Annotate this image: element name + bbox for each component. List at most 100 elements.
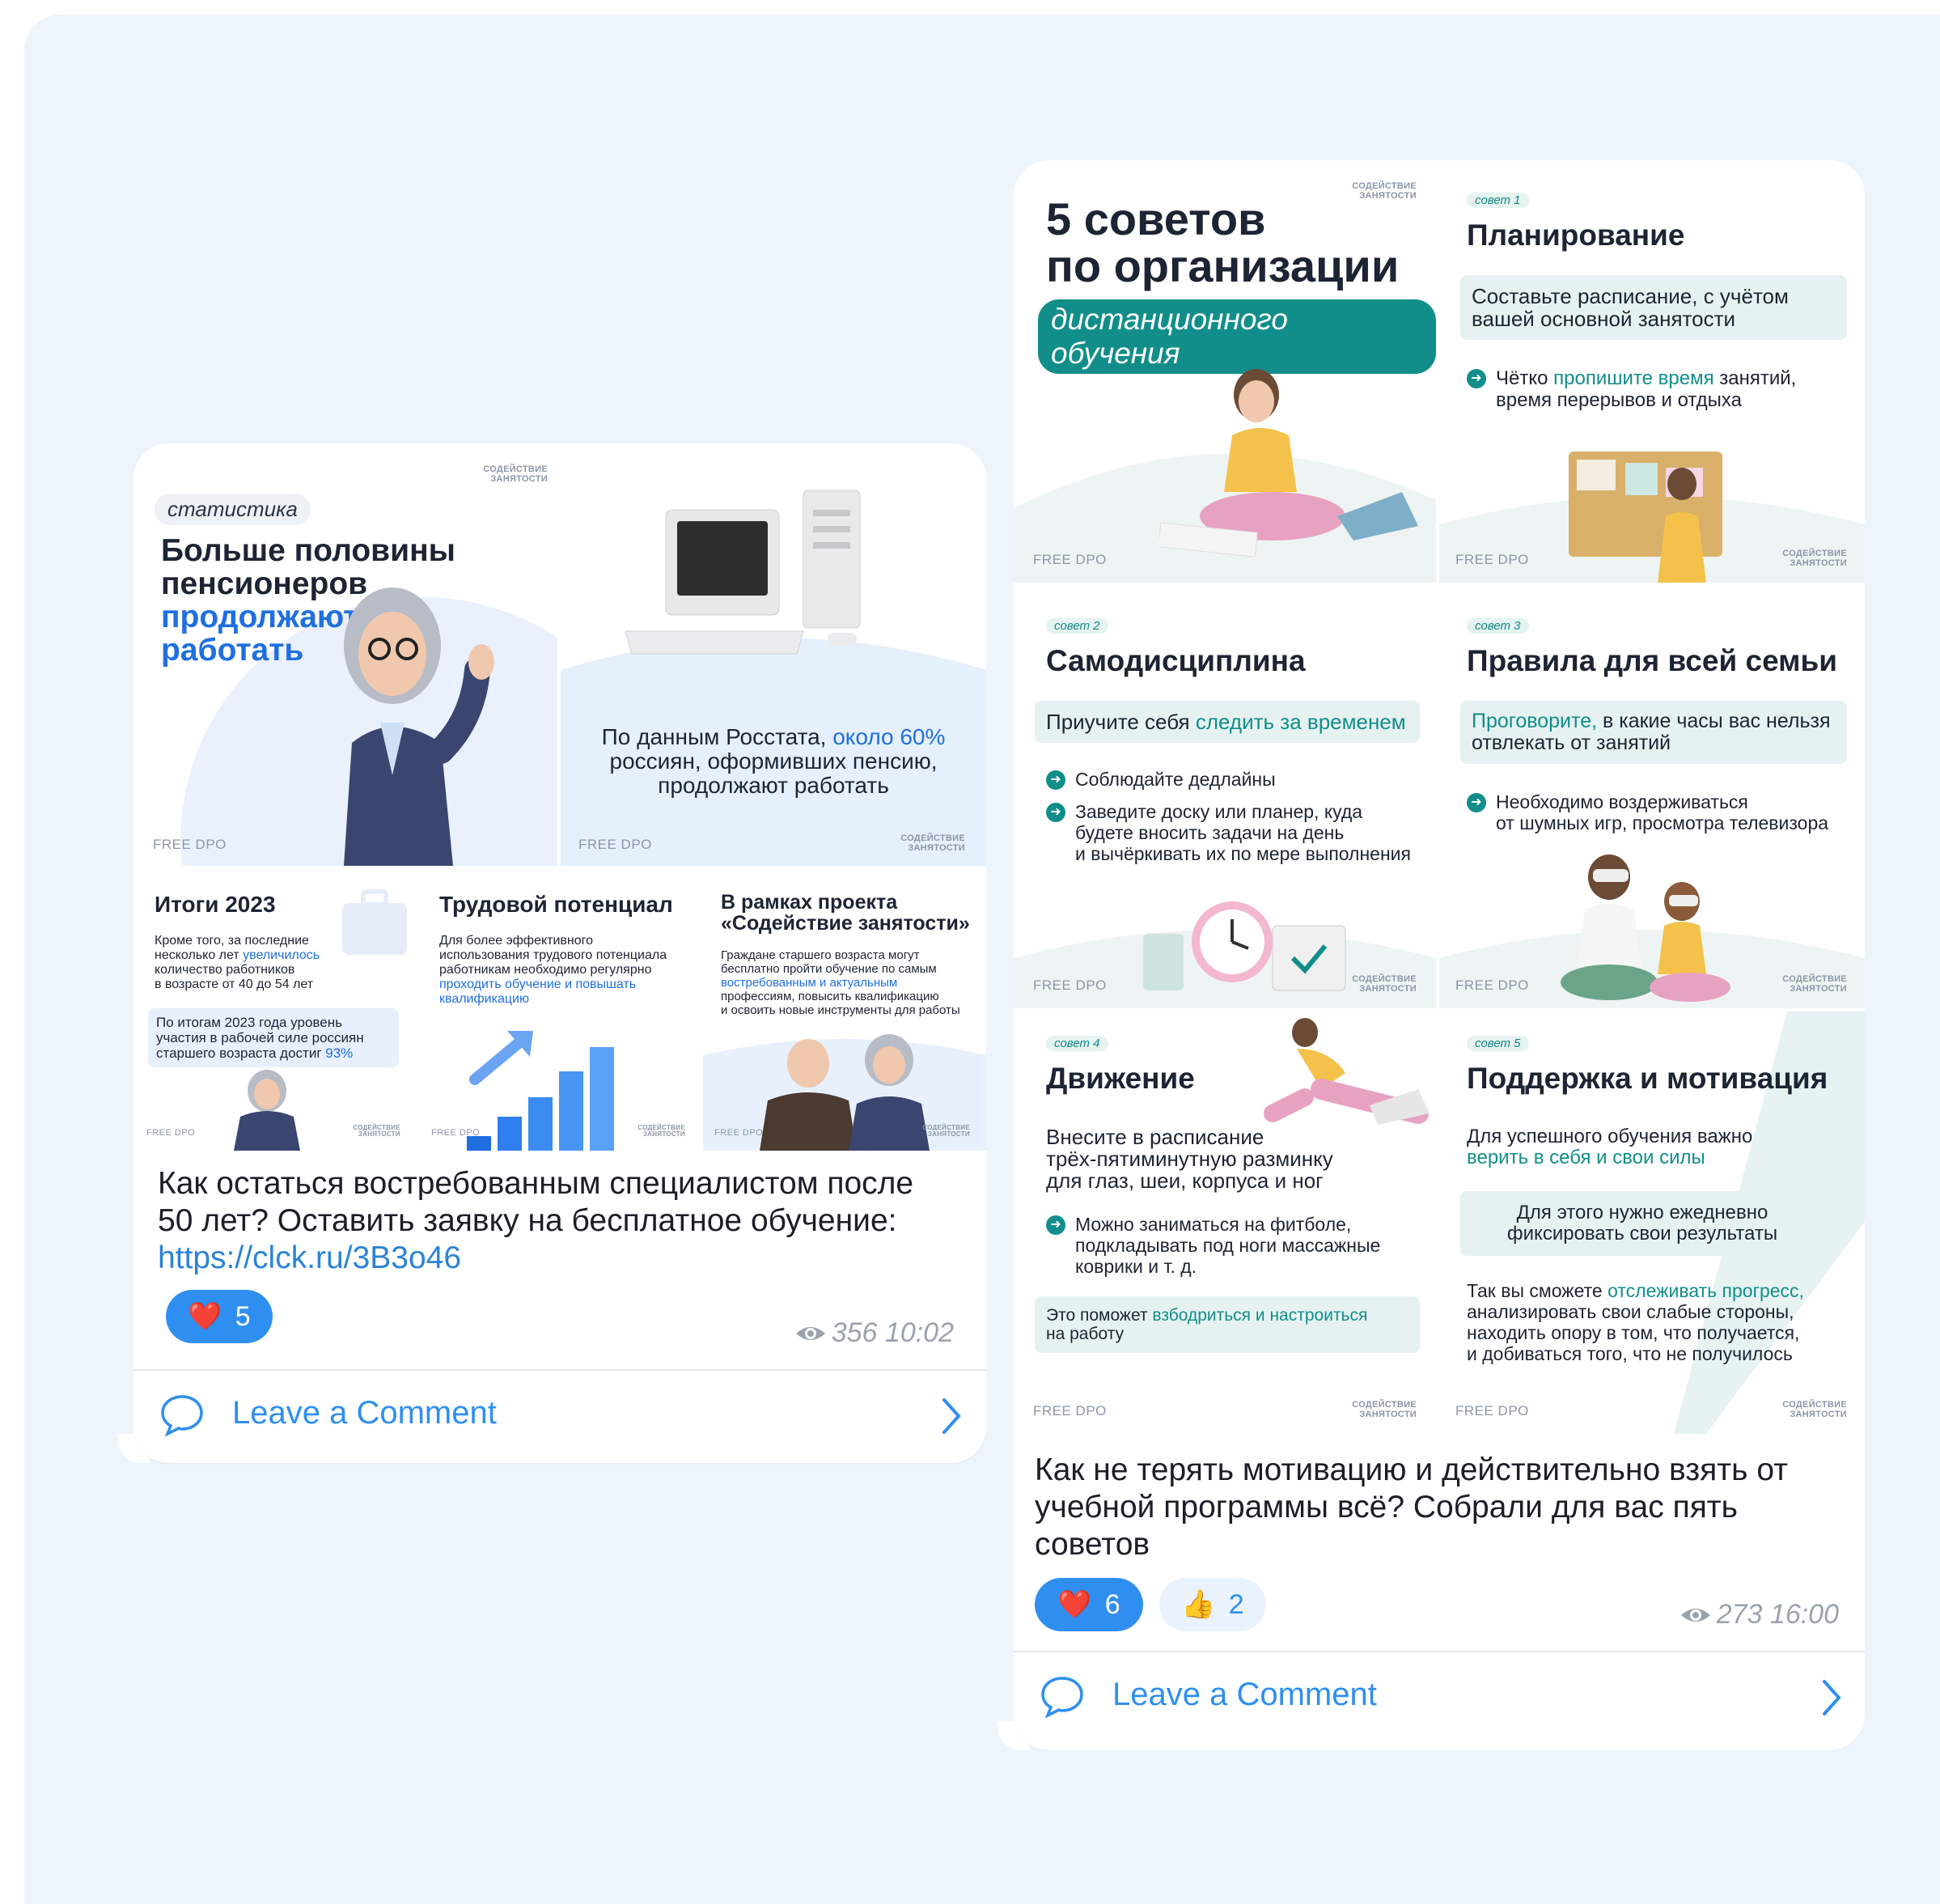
slide-tip-3: совет 3 Правила для всей семьи Проговори… (1439, 586, 1865, 1008)
slide-body: Для более эффективного использования тру… (439, 934, 667, 1006)
message-post-2: СОДЕЙСТВИЕ ЗАНЯТОСТИ 5 советов по органи… (1014, 160, 1865, 1750)
reaction-heart[interactable]: ❤️ 6 (1035, 1578, 1143, 1631)
tip-box: Это поможет взбодриться и настроиться на… (1035, 1296, 1420, 1353)
leave-comment-button[interactable]: Leave a Comment (1014, 1652, 1865, 1741)
heart-emoji-icon: ❤️ (188, 1301, 222, 1332)
org-logo: СОДЕЙСТВИЕ ЗАНЯТОСТИ (637, 1124, 685, 1138)
brand-label: FREE DPO (146, 1128, 196, 1138)
message-post-1: СОДЕЙСТВИЕ ЗАНЯТОСТИ статистика Больше п… (133, 443, 986, 1463)
view-count: 356 (831, 1317, 878, 1348)
brand-label: FREE DPO (578, 837, 652, 852)
reaction-thumbs-up[interactable]: 👍 2 (1159, 1578, 1266, 1631)
arrow-circle-icon: ➜ (1467, 793, 1486, 812)
tip-tag: совет 1 (1467, 193, 1529, 208)
tip-box: Проговорите, в какие часы вас нельзя отв… (1460, 701, 1847, 764)
eye-icon (795, 1327, 825, 1340)
message-text: Как остаться востребованным специалистом… (158, 1166, 914, 1275)
reaction-count: 5 (235, 1300, 251, 1332)
slide-tip-1: совет 1 Планирование Составьте расписани… (1439, 160, 1865, 583)
tip-box: Приучите себя следить за временем (1035, 701, 1420, 743)
view-count: 273 (1716, 1599, 1763, 1630)
org-logo: СОДЕЙСТВИЕ ЗАНЯТОСТИ (1352, 1400, 1417, 1419)
slide-title: Трудовой потенциал (439, 892, 673, 917)
org-logo: СОДЕЙСТВИЕ ЗАНЯТОСТИ (1782, 974, 1847, 994)
slide-project: В рамках проекта «Содействие занятости» … (703, 869, 986, 1151)
tip-box: Для этого нужно ежедневно фиксировать св… (1460, 1191, 1824, 1256)
tip-bullet: ➜ Необходимо воздерживаться от шумных иг… (1467, 791, 1828, 833)
tip-bullet: ➜ Можно заниматься на фитболе, подкладыв… (1046, 1214, 1380, 1277)
org-logo: СОДЕЙСТВИЕ ЗАНЯТОСТИ (900, 833, 965, 853)
slide-body: Внесите в расписание трёх-пятиминутную р… (1046, 1125, 1333, 1193)
slide-itogi-2023: Итоги 2023 Кроме того, за последние неск… (133, 869, 415, 1151)
reaction-count: 6 (1104, 1588, 1120, 1620)
chevron-right-icon (942, 1398, 961, 1434)
brand-label: FREE DPO (1455, 977, 1529, 993)
slide-statistics: СОДЕЙСТВИЕ ЗАНЯТОСТИ статистика Больше п… (133, 443, 557, 866)
arrow-circle-icon: ➜ (1046, 1215, 1065, 1235)
org-logo: СОДЕЙСТВИЕ ЗАНЯТОСТИ (1782, 1400, 1847, 1419)
comment-bubble-icon (1041, 1677, 1083, 1719)
rosstat-text: По данным Росстата, около 60% россиян, о… (601, 724, 946, 798)
slide-tip-5: совет 5 Поддержка и мотивация Для успешн… (1439, 1011, 1865, 1434)
brand-label: FREE DPO (1033, 552, 1107, 567)
tip-bullet: ➜ Соблюдайте дедлайны (1046, 769, 1276, 790)
elderly-woman-small-illustration (234, 1070, 300, 1151)
tag-statistics: статистика (155, 494, 311, 525)
briefcase-illustration (342, 889, 407, 955)
tip-bullet: ➜ Чётко пропишите время занятий, время п… (1467, 367, 1796, 411)
post-time: 16:00 (1769, 1599, 1839, 1630)
org-logo: СОДЕЙСТВИЕ ЗАНЯТОСТИ (483, 464, 548, 484)
tip-bullet: ➜ Заведите доску или планер, куда будете… (1046, 801, 1411, 864)
slide-title: Планирование (1467, 218, 1685, 252)
brand-label: FREE DPO (1033, 1403, 1107, 1418)
view-stats: 356 10:02 (794, 1317, 954, 1349)
slide-title: 5 советов по организации (1046, 193, 1400, 291)
arrow-circle-icon: ➜ (1046, 770, 1065, 790)
message-text: Как не терять мотивацию и действительно … (1035, 1452, 1789, 1562)
slide-title: Самодисциплина (1046, 644, 1306, 677)
thumbs-up-emoji-icon: 👍 (1181, 1589, 1216, 1620)
family-gaming-illustration (1561, 854, 1730, 1002)
org-logo: СОДЕЙСТВИЕ ЗАНЯТОСТИ (353, 1124, 400, 1138)
alarm-clock-calendar-illustration (1143, 901, 1346, 991)
slide-labor-potential: Трудовой потенциал Для более эффективног… (418, 869, 700, 1151)
org-logo: СОДЕЙСТВИЕ ЗАНЯТОСТИ (922, 1124, 970, 1138)
leave-comment-button[interactable]: Leave a Comment (133, 1371, 986, 1460)
slide-body-tail: Так вы сможете отслеживать прогресс, ана… (1467, 1280, 1804, 1364)
slide-cover: СОДЕЙСТВИЕ ЗАНЯТОСТИ 5 советов по органи… (1014, 160, 1436, 583)
arrow-circle-icon: ➜ (1046, 803, 1065, 822)
slide-tip-4: совет 4 Движение Внесите в расписание тр… (1014, 1011, 1436, 1434)
slide-tip-2: совет 2 Самодисциплина Приучите себя сле… (1014, 586, 1436, 1008)
tip-box: Составьте расписание, с учётом вашей осн… (1460, 275, 1847, 340)
slide-title: Поддержка и мотивация (1467, 1062, 1828, 1095)
brand-label: FREE DPO (1455, 1403, 1529, 1418)
retro-computer-illustration (625, 490, 861, 655)
chevron-right-icon (1823, 1680, 1841, 1715)
slide-title: В рамках проекта «Содействие занятости» (721, 891, 970, 935)
brand-label: FREE DPO (153, 837, 227, 852)
highlight-box: По итогам 2023 года уровень участия в ра… (148, 1008, 399, 1067)
tip-tag: совет 2 (1046, 618, 1108, 634)
view-stats: 273 16:00 (1679, 1599, 1839, 1630)
eye-icon (1680, 1609, 1710, 1622)
slide-title: Движение (1046, 1062, 1195, 1095)
leave-comment-label: Leave a Comment (1112, 1677, 1377, 1712)
slide-body: Граждане старшего возраста могут бесплат… (721, 948, 960, 1017)
brand-label: FREE DPO (714, 1128, 764, 1138)
slide-title: Итоги 2023 (155, 892, 276, 917)
tip-tag: совет 5 (1467, 1036, 1529, 1051)
brand-label: FREE DPO (431, 1128, 481, 1138)
org-logo: СОДЕЙСТВИЕ ЗАНЯТОСТИ (1352, 974, 1417, 994)
stretching-woman-illustration (1264, 1018, 1430, 1125)
brand-label: FREE DPO (1455, 552, 1529, 567)
brand-label: FREE DPO (1033, 977, 1107, 993)
post-time: 10:02 (884, 1317, 954, 1348)
student-with-laptop-illustration (1159, 369, 1418, 557)
slide-body: Кроме того, за последние несколько лет у… (155, 934, 320, 991)
elderly-woman-illustration (344, 587, 494, 866)
reaction-heart[interactable]: ❤️ 5 (166, 1290, 273, 1343)
tip-tag: совет 3 (1467, 618, 1529, 634)
slide-title: Правила для всей семьи (1467, 644, 1838, 677)
tip-tag: совет 4 (1046, 1036, 1108, 1051)
signup-link[interactable]: https://clck.ru/3B3o46 (158, 1240, 461, 1275)
